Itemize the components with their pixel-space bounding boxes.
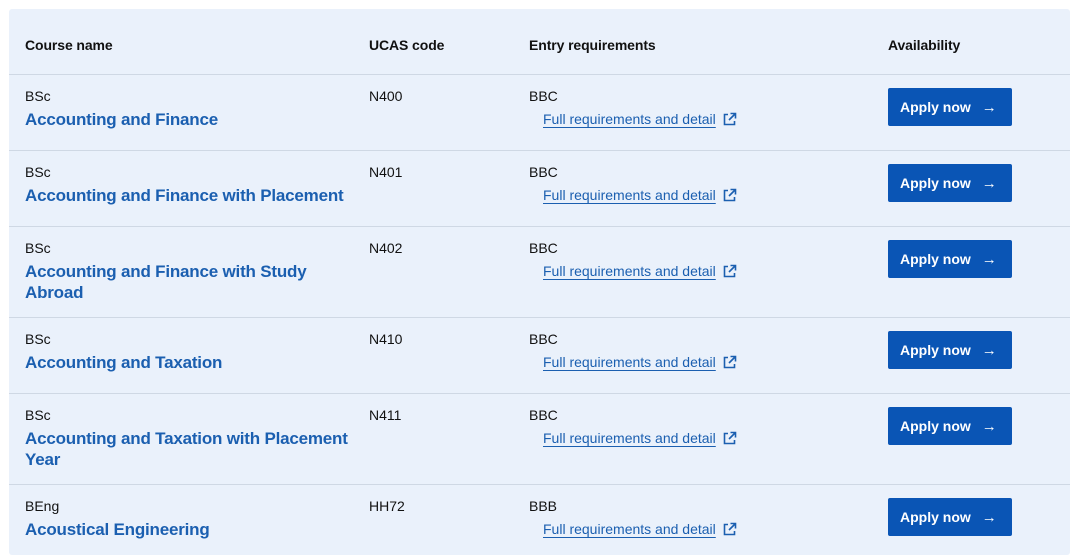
ucas-code: N402 — [369, 240, 403, 256]
course-name-link[interactable]: Accounting and Taxation — [25, 352, 375, 373]
external-link-icon — [723, 431, 737, 445]
arrow-right-icon: → — [981, 98, 997, 116]
degree-type: BSc — [25, 240, 51, 256]
full-requirements-label: Full requirements and detail — [543, 521, 716, 537]
full-requirements-link[interactable]: Full requirements and detail — [543, 521, 737, 537]
apply-now-label: Apply now — [900, 98, 971, 115]
table-header: Course name UCAS code Entry requirements… — [9, 9, 1070, 75]
entry-grade: BBC — [529, 240, 558, 256]
full-requirements-link[interactable]: Full requirements and detail — [543, 111, 737, 127]
external-link-icon — [723, 188, 737, 202]
entry-grade: BBC — [529, 164, 558, 180]
degree-type: BSc — [25, 164, 51, 180]
apply-now-button[interactable]: Apply now → — [888, 498, 1012, 536]
ucas-code: N411 — [369, 407, 402, 423]
apply-now-button[interactable]: Apply now → — [888, 331, 1012, 369]
external-link-icon — [723, 355, 737, 369]
apply-now-label: Apply now — [900, 341, 971, 358]
full-requirements-label: Full requirements and detail — [543, 354, 716, 370]
entry-grade: BBC — [529, 88, 558, 104]
arrow-right-icon: → — [981, 250, 997, 268]
course-table: Course name UCAS code Entry requirements… — [9, 9, 1070, 555]
ucas-code: N401 — [369, 164, 403, 180]
header-ucas-code: UCAS code — [369, 37, 445, 53]
ucas-code: N400 — [369, 88, 403, 104]
course-name-link[interactable]: Accounting and Finance with Placement — [25, 185, 375, 206]
external-link-icon — [723, 112, 737, 126]
arrow-right-icon: → — [981, 508, 997, 526]
ucas-code: HH72 — [369, 498, 405, 514]
apply-now-button[interactable]: Apply now → — [888, 407, 1012, 445]
header-entry-requirements: Entry requirements — [529, 37, 656, 53]
entry-grade: BBC — [529, 331, 558, 347]
header-availability: Availability — [888, 37, 961, 53]
table-row: BSc Accounting and Taxation with Placeme… — [9, 394, 1070, 485]
arrow-right-icon: → — [981, 174, 997, 192]
course-name-link[interactable]: Acoustical Engineering — [25, 519, 375, 540]
full-requirements-label: Full requirements and detail — [543, 263, 716, 279]
entry-grade: BBB — [529, 498, 558, 514]
full-requirements-label: Full requirements and detail — [543, 187, 716, 203]
table-row: BSc Accounting and Finance with Placemen… — [9, 151, 1070, 227]
header-course-name: Course name — [25, 37, 113, 53]
table-row: BSc Accounting and Finance with Study Ab… — [9, 227, 1070, 318]
course-name-link[interactable]: Accounting and Finance with Study Abroad — [25, 261, 325, 303]
apply-now-button[interactable]: Apply now → — [888, 164, 1012, 202]
full-requirements-link[interactable]: Full requirements and detail — [543, 354, 737, 370]
full-requirements-link[interactable]: Full requirements and detail — [543, 430, 737, 446]
degree-type: BSc — [25, 407, 51, 423]
apply-now-label: Apply now — [900, 174, 971, 191]
degree-type: BSc — [25, 88, 51, 104]
external-link-icon — [723, 264, 737, 278]
table-row: BSc Accounting and Taxation N410 BBC Ful… — [9, 318, 1070, 394]
degree-type: BEng — [25, 498, 60, 514]
apply-now-button[interactable]: Apply now → — [888, 88, 1012, 126]
full-requirements-label: Full requirements and detail — [543, 430, 716, 446]
course-name-link[interactable]: Accounting and Taxation with Placement Y… — [25, 428, 375, 470]
arrow-right-icon: → — [981, 341, 997, 359]
apply-now-button[interactable]: Apply now → — [888, 240, 1012, 278]
table-row: BSc Accounting and Finance N400 BBC Full… — [9, 75, 1070, 151]
apply-now-label: Apply now — [900, 417, 971, 434]
full-requirements-label: Full requirements and detail — [543, 111, 716, 127]
degree-type: BSc — [25, 331, 51, 347]
apply-now-label: Apply now — [900, 250, 971, 267]
course-name-link[interactable]: Accounting and Finance — [25, 109, 375, 130]
full-requirements-link[interactable]: Full requirements and detail — [543, 187, 737, 203]
ucas-code: N410 — [369, 331, 403, 347]
entry-grade: BBC — [529, 407, 558, 423]
apply-now-label: Apply now — [900, 508, 971, 525]
full-requirements-link[interactable]: Full requirements and detail — [543, 263, 737, 279]
table-row: BEng Acoustical Engineering HH72 BBB Ful… — [9, 485, 1070, 557]
arrow-right-icon: → — [981, 417, 997, 435]
external-link-icon — [723, 522, 737, 536]
